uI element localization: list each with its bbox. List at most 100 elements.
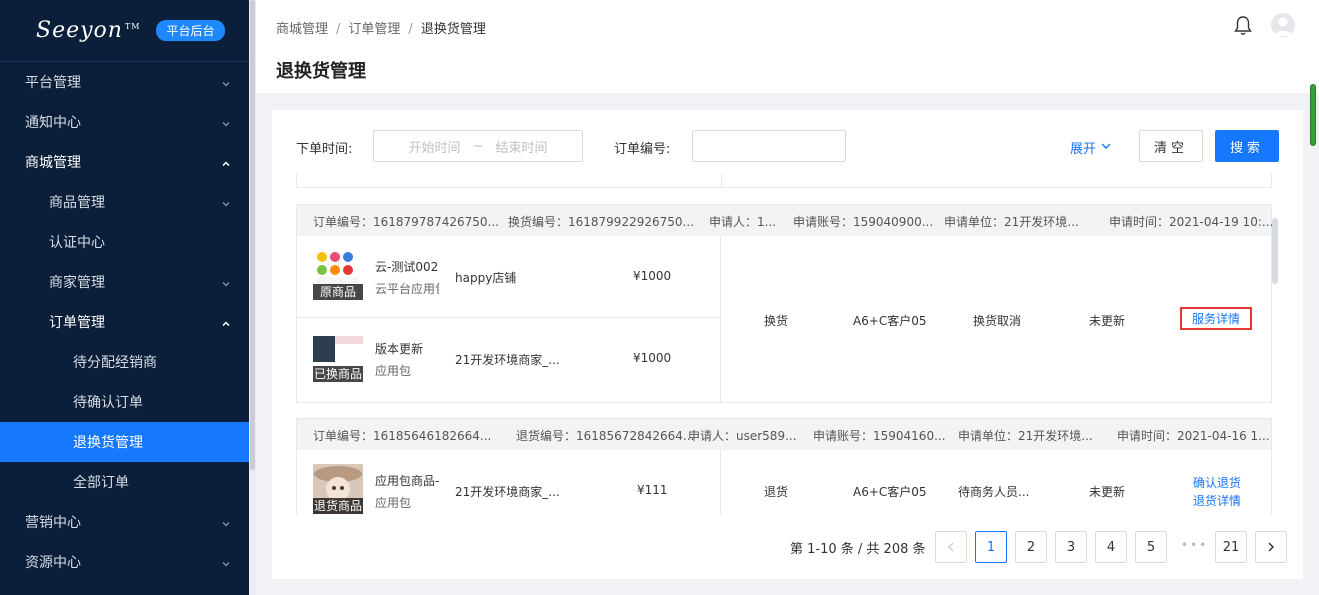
confirm-return-link[interactable]: 确认退货 [1193, 474, 1241, 491]
apply-time: 申请时间：2021-04-19 10:... [1109, 215, 1274, 229]
sidebar-item-all-orders[interactable]: 全部订单 [0, 462, 249, 502]
goods-column: 退货商品 应用包商品- 应用包 21开发环境商家_... ¥111 [297, 450, 721, 514]
sidebar-item-label: 平台管理 [25, 75, 81, 91]
bell-icon[interactable] [1233, 15, 1253, 37]
order-number-input[interactable] [692, 130, 846, 162]
sidebar: Seeyon TM 平台后台 平台管理 通知中心 商城管理 商品管理 认证中心 商… [0, 0, 249, 595]
sidebar-item-label: 资源中心 [25, 555, 81, 571]
order-number-label: 订单编号: [614, 142, 671, 157]
sidebar-item-notify[interactable]: 通知中心 [0, 102, 249, 142]
sidebar-item-label: 待确认订单 [73, 395, 143, 411]
chevron-down-icon [221, 277, 231, 287]
goods-name: 应用包商品- [375, 474, 439, 488]
date-range-picker[interactable]: 开始时间 ~ 结束时间 [373, 130, 583, 162]
applicant-account: 申请账号：15904160... [813, 429, 946, 443]
order-number: 订单编号：16185646182664... [313, 429, 492, 443]
goods-row: 已换商品 版本更新 应用包 21开发环境商家_... ¥1000 [297, 318, 720, 400]
avatar[interactable] [1271, 13, 1295, 37]
goods-tag: 原商品 [313, 284, 363, 300]
page-2[interactable]: 2 [1015, 531, 1047, 563]
sidebar-item-resources[interactable]: 资源中心 [0, 542, 249, 582]
list-scroll-thumb[interactable] [1272, 218, 1278, 284]
breadcrumb: 商城管理 / 订单管理 / 退换货管理 [276, 18, 486, 37]
prev-page-button[interactable] [935, 531, 967, 563]
start-date-placeholder[interactable]: 开始时间 [409, 137, 461, 156]
customer-name: A6+C客户05 [853, 485, 927, 499]
chevron-down-icon [221, 77, 231, 87]
sidebar-item-mall[interactable]: 商城管理 [0, 142, 249, 182]
pagination-total: 第 1-10 条 / 共 208 条 [790, 542, 926, 557]
goods-price: ¥111 [637, 483, 668, 497]
return-number: 退货编号：16185672842664... [516, 429, 695, 443]
sidebar-item-label: 认证中心 [49, 235, 105, 251]
update-status: 未更新 [1089, 485, 1126, 499]
service-detail-link[interactable]: 服务详情 [1180, 307, 1253, 330]
page-header: 商城管理 / 订单管理 / 退换货管理 退换货管理 [256, 0, 1319, 93]
pagination-ellipsis[interactable]: ••• [1181, 538, 1208, 552]
chevron-left-icon [948, 542, 954, 552]
platform-badge[interactable]: 平台后台 [156, 20, 225, 41]
sidebar-scroll-thumb[interactable] [250, 0, 255, 470]
page-4[interactable]: 4 [1095, 531, 1127, 563]
chevron-down-icon [221, 557, 231, 567]
order-header: 订单编号：16185646182664... 退货编号：161856728426… [297, 419, 1271, 450]
sidebar-item-marketing[interactable]: 营销中心 [0, 502, 249, 542]
search-button[interactable]: 搜索 [1215, 130, 1279, 162]
order-header: 订单编号：161879787426750... 换货编号：16187992292… [297, 205, 1274, 236]
breadcrumb-mall[interactable]: 商城管理 [276, 22, 328, 37]
goods-shop: 21开发环境商家_... [455, 353, 560, 367]
sidebar-item-platform[interactable]: 平台管理 [0, 62, 249, 102]
goods-thumbnail[interactable]: 已换商品 [313, 332, 363, 382]
chevron-down-icon [1100, 140, 1112, 156]
sidebar-item-pending-confirm[interactable]: 待确认订单 [0, 382, 249, 422]
exchange-number: 换货编号：161879922926750... [508, 215, 694, 229]
logo-row: Seeyon TM 平台后台 [0, 0, 249, 62]
goods-type: 应用包 [375, 364, 412, 378]
goods-thumbnail[interactable]: 原商品 [313, 250, 363, 300]
clear-button[interactable]: 清空 [1139, 130, 1203, 162]
sidebar-scrollbar[interactable] [249, 0, 256, 595]
sidebar-item-label: 退换货管理 [73, 435, 143, 451]
page-3[interactable]: 3 [1055, 531, 1087, 563]
sidebar-item-goods[interactable]: 商品管理 [0, 182, 249, 222]
apply-time: 申请时间：2021-04-16 1... [1117, 429, 1270, 443]
sidebar-item-orders[interactable]: 订单管理 [0, 302, 249, 342]
applicant-account: 申请账号：159040900... [793, 215, 934, 229]
sidebar-item-label: 通知中心 [25, 115, 81, 131]
previous-order-tail [296, 174, 1272, 188]
goods-price: ¥1000 [633, 269, 672, 283]
end-date-placeholder[interactable]: 结束时间 [495, 137, 547, 156]
order-body: 退货商品 应用包商品- 应用包 21开发环境商家_... ¥111 退货 A6+… [297, 450, 1271, 514]
applicant-unit: 申请单位：21开发环境... [944, 215, 1079, 229]
next-page-button[interactable] [1255, 531, 1287, 563]
order-card: 订单编号：16185646182664... 退货编号：161856728426… [296, 418, 1272, 514]
breadcrumb-separator: / [336, 22, 341, 37]
order-number: 订单编号：161879787426750... [313, 215, 499, 229]
chevron-down-icon [221, 117, 231, 127]
goods-shop: happy店铺 [455, 271, 517, 285]
seeyon-logo: Seeyon TM [36, 18, 141, 43]
sidebar-item-returns[interactable]: 退换货管理 [0, 422, 249, 462]
sidebar-item-label: 订单管理 [49, 315, 105, 331]
service-type: 换货 [764, 314, 789, 328]
return-detail-link[interactable]: 退货详情 [1193, 492, 1241, 509]
sidebar-item-pending-dealer[interactable]: 待分配经销商 [0, 342, 249, 382]
sidebar-item-cert[interactable]: 认证中心 [0, 222, 249, 262]
page-1[interactable]: 1 [975, 531, 1007, 563]
chevron-up-icon [221, 157, 231, 167]
service-status: 待商务人员... [958, 485, 1030, 499]
page-last[interactable]: 21 [1215, 531, 1247, 563]
goods-name: 版本更新 [375, 342, 424, 356]
page-5[interactable]: 5 [1135, 531, 1167, 563]
expand-button[interactable]: 展开 [1070, 138, 1112, 157]
order-list: 订单编号：161879787426750... 换货编号：16187992292… [296, 174, 1274, 514]
breadcrumb-orders[interactable]: 订单管理 [348, 22, 400, 37]
sidebar-item-label: 商品管理 [49, 195, 105, 211]
page-scrollbar[interactable] [1310, 84, 1316, 146]
goods-thumbnail[interactable]: 退货商品 [313, 464, 363, 514]
sidebar-item-merchant[interactable]: 商家管理 [0, 262, 249, 302]
service-type: 退货 [764, 485, 789, 499]
applicant: 申请人：1... [709, 215, 777, 229]
goods-tag: 退货商品 [313, 498, 363, 514]
chevron-right-icon [1268, 542, 1274, 552]
